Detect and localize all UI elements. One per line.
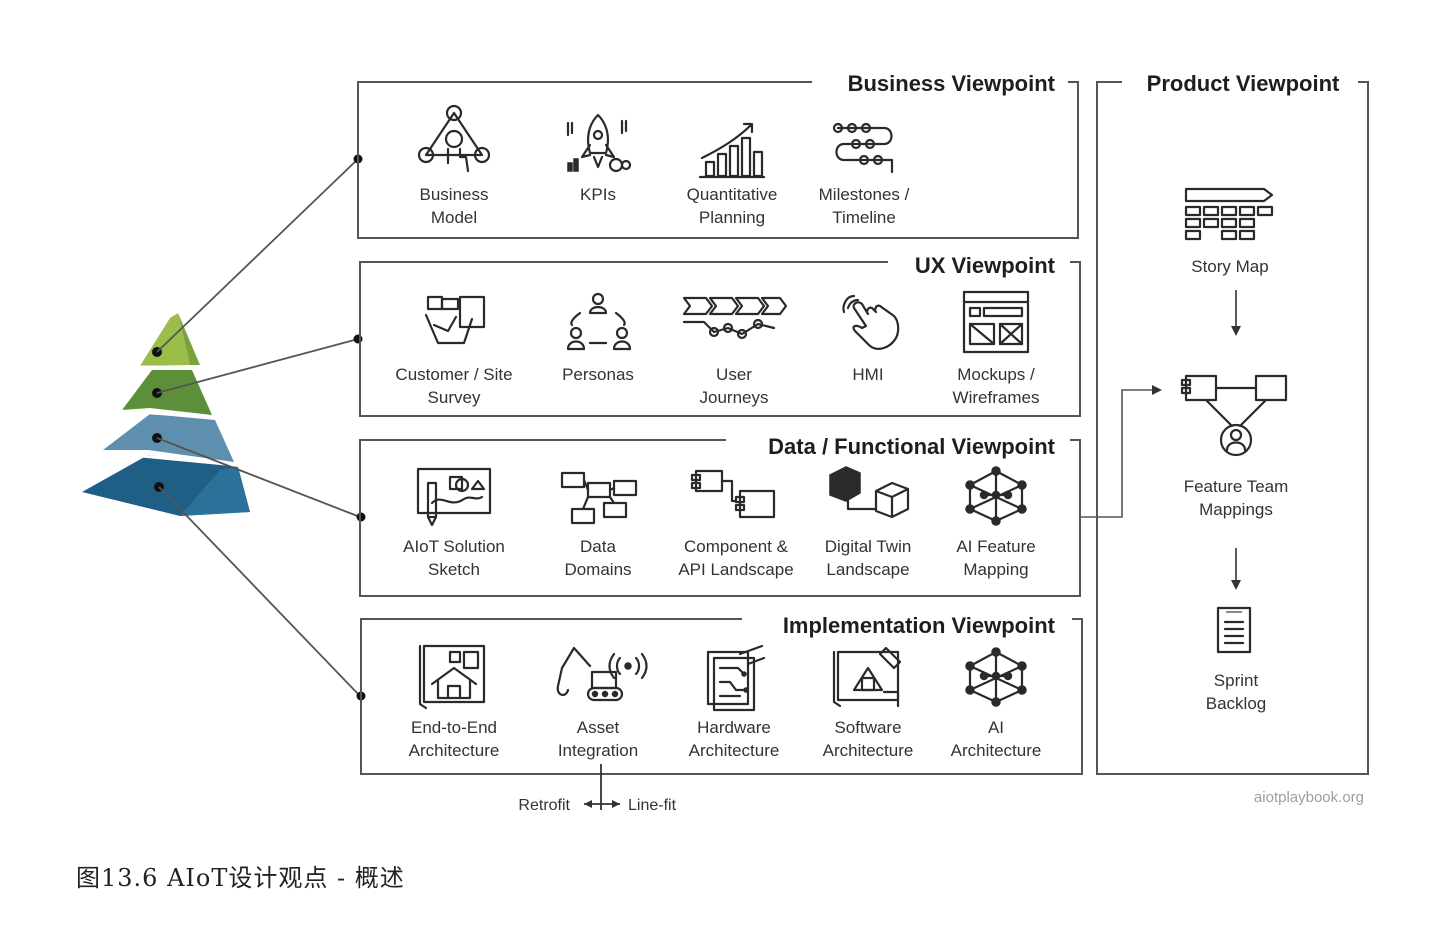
product-item-label-1: Story Map (1191, 257, 1268, 276)
neural-network-icon (965, 647, 1027, 707)
impl-item-label-1: End-to-End (411, 718, 497, 737)
data-item-label-5b: Mapping (963, 560, 1028, 579)
data-to-product-connector (1080, 385, 1162, 518)
ux-viewpoint-title: UX Viewpoint (915, 253, 1056, 278)
impl-item-label-3: Hardware (697, 718, 771, 737)
timeline-icon (832, 122, 894, 174)
impl-item-label-3b: Architecture (689, 741, 780, 760)
survey-camera-icon (424, 295, 486, 345)
ux-item-label-3: User (716, 365, 752, 384)
data-item-label-2: Data (580, 537, 616, 556)
business-viewpoint-box: Business Viewpoint Business Model KPIs Q… (357, 71, 1079, 239)
wireframe-icon (962, 290, 1030, 354)
implementation-viewpoint-box: Implementation Viewpoint End-to-End Arch… (360, 613, 1083, 814)
growth-chart-icon (698, 122, 766, 179)
digital-twin-cubes-icon (829, 466, 910, 519)
business-model-icon (417, 104, 491, 173)
impl-item-label-5b: Architecture (951, 741, 1042, 760)
impl-item-label-2: Asset (577, 718, 620, 737)
hardware-circuit-icon (706, 644, 766, 712)
data-domains-icon (560, 471, 638, 525)
data-viewpoint-box: Data / Functional Viewpoint AIoT Solutio… (359, 434, 1081, 597)
data-item-label-4: Digital Twin (825, 537, 912, 556)
data-item-label-2b: Domains (564, 560, 631, 579)
house-blueprint-icon (418, 644, 486, 710)
impl-item-label-1b: Architecture (409, 741, 500, 760)
product-item-label-2b: Mappings (1199, 500, 1273, 519)
pyramid-tier-ux (122, 370, 212, 415)
impl-item-label-4b: Architecture (823, 741, 914, 760)
neural-network-icon (965, 466, 1027, 526)
data-item-label-3: Component & (684, 537, 789, 556)
business-viewpoint-title: Business Viewpoint (848, 71, 1056, 96)
data-item-label-4b: Landscape (826, 560, 909, 579)
linefit-label: Line-fit (628, 797, 677, 814)
data-item-label-1b: Sketch (428, 560, 480, 579)
touch-hand-icon (842, 294, 900, 350)
ux-item-label-5b: Wireframes (953, 388, 1040, 407)
product-item-label-2: Feature Team (1184, 477, 1289, 496)
aiot-viewpoints-diagram: Business Viewpoint Business Model KPIs Q… (82, 71, 1369, 814)
whiteboard-sketch-icon (416, 467, 492, 527)
story-map-icon (1184, 187, 1274, 241)
ux-item-label-3b: Journeys (700, 388, 769, 407)
retrofit-label: Retrofit (518, 797, 570, 814)
business-item-label-2: KPIs (580, 185, 616, 204)
backlog-document-icon (1216, 606, 1252, 654)
figure-caption: 图13.6 AIoT设计观点 - 概述 (76, 864, 405, 892)
product-item-label-3b: Backlog (1206, 694, 1266, 713)
impl-item-label-2b: Integration (558, 741, 638, 760)
excavator-icon (556, 646, 648, 702)
business-item-label-4: Milestones / (819, 185, 910, 204)
journey-arrows-icon (682, 296, 788, 340)
data-item-label-1: AIoT Solution (403, 537, 505, 556)
product-viewpoint-box: Product Viewpoint Story Map Feature Team… (1096, 71, 1369, 775)
business-item-label-3: Quantitative (687, 185, 778, 204)
data-item-label-3b: API Landscape (678, 560, 793, 579)
personas-icon (566, 292, 632, 351)
feature-team-icon (1180, 374, 1288, 457)
data-item-label-5: AI Feature (956, 537, 1035, 556)
business-item-label-1: Business (420, 185, 489, 204)
arrow-down-icon (1231, 290, 1241, 336)
ux-item-label-1b: Survey (428, 388, 481, 407)
arrow-down-icon (1231, 548, 1241, 590)
business-item-label-3b: Planning (699, 208, 765, 227)
data-viewpoint-title: Data / Functional Viewpoint (768, 434, 1056, 459)
ux-viewpoint-box: UX Viewpoint Customer / Site Survey Pers… (359, 253, 1081, 417)
ux-item-label-2: Personas (562, 365, 634, 384)
implementation-viewpoint-title: Implementation Viewpoint (783, 613, 1056, 638)
ux-item-label-1: Customer / Site (395, 365, 512, 384)
software-blueprint-icon (832, 646, 902, 708)
rocket-kpi-icon (566, 113, 632, 173)
impl-item-label-4: Software (834, 718, 901, 737)
ux-item-label-4: HMI (852, 365, 883, 384)
impl-item-label-5: AI (988, 718, 1004, 737)
pyramid-tier-business (140, 313, 190, 366)
ux-item-label-5: Mockups / (957, 365, 1035, 384)
component-icon (690, 469, 776, 519)
business-item-label-1b: Model (431, 208, 477, 227)
product-viewpoint-title: Product Viewpoint (1147, 71, 1340, 96)
product-item-label-3: Sprint (1214, 671, 1259, 690)
credit-text: aiotplaybook.org (1254, 789, 1364, 806)
business-item-label-4b: Timeline (832, 208, 896, 227)
retrofit-linefit-arrows (584, 764, 620, 810)
